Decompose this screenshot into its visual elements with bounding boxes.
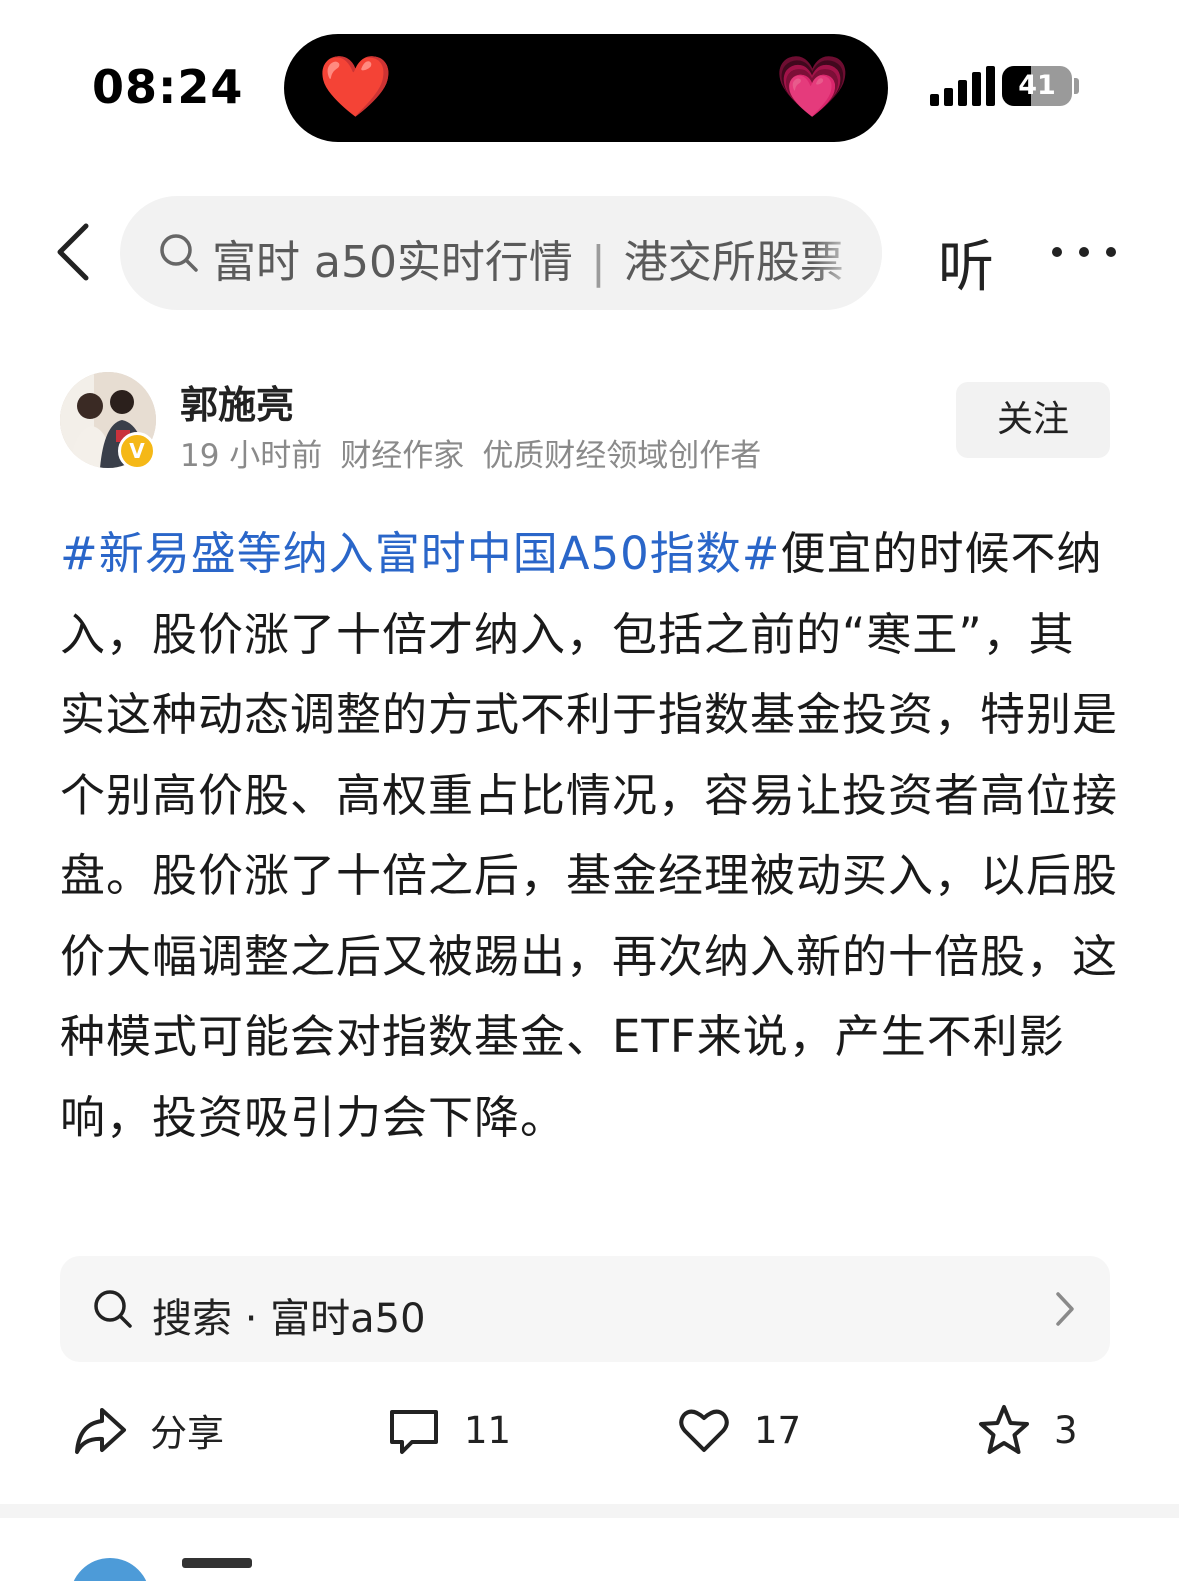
more-options-icon[interactable] <box>1052 232 1118 272</box>
back-arrow-icon[interactable] <box>50 222 110 282</box>
battery-level: 41 <box>1018 70 1056 101</box>
next-post-avatar[interactable] <box>70 1558 150 1581</box>
favorite-button[interactable]: 3 <box>976 1398 1078 1462</box>
share-icon <box>75 1408 126 1454</box>
signal-icon <box>930 66 995 106</box>
listen-button[interactable]: 听 <box>938 222 994 303</box>
comment-icon <box>390 1410 438 1454</box>
favorite-count: 3 <box>1054 1408 1078 1452</box>
search-bar[interactable]: 富时 a50实时行情 | 港交所股票 <box>120 196 882 310</box>
status-time: 08:24 <box>92 60 244 114</box>
share-button[interactable]: 分享 <box>72 1398 224 1462</box>
search-query: 富时 a50实时行情 | 港交所股票 <box>212 226 844 290</box>
post-time: 19 小时前 <box>180 438 323 474</box>
author-title: 财经作家 <box>340 438 465 474</box>
next-post-author <box>182 1558 252 1568</box>
share-label: 分享 <box>150 1412 224 1455</box>
author-name[interactable]: 郭施亮 <box>180 374 294 429</box>
author-certification: 优质财经领域创作者 <box>482 438 762 474</box>
follow-button[interactable]: 关注 <box>956 382 1110 458</box>
post-hashtag[interactable]: #新易盛等纳入富时中国A50指数# <box>60 527 780 580</box>
search-query-1: 富时 a50实时行情 <box>212 237 573 288</box>
search-query-2: 港交所股票 <box>623 237 844 288</box>
battery-tip <box>1074 78 1079 94</box>
like-button[interactable]: 17 <box>676 1398 801 1462</box>
dynamic-island: ❤️ 💗 <box>284 34 888 142</box>
comment-count: 11 <box>464 1408 512 1452</box>
heart-icon <box>679 1409 729 1452</box>
pink-heart-emoji: 💗 <box>775 52 850 122</box>
star-icon <box>979 1405 1029 1454</box>
related-search-label: 搜索 · 富时a50 <box>152 1296 426 1342</box>
red-heart-emoji: ❤️ <box>318 52 393 122</box>
related-search-card[interactable]: 搜索 · 富时a50 <box>60 1256 1110 1362</box>
post-body: #新易盛等纳入富时中国A50指数#便宜的时候不纳入，股价涨了十倍才纳入，包括之前… <box>60 514 1120 1158</box>
chevron-right-icon <box>1056 1292 1074 1326</box>
section-divider <box>0 1504 1179 1518</box>
verified-badge: V <box>118 432 156 470</box>
battery-icon: 41 <box>1002 66 1072 106</box>
search-separator: | <box>590 237 606 288</box>
like-count: 17 <box>754 1408 802 1452</box>
comment-button[interactable]: 11 <box>386 1398 511 1462</box>
search-icon <box>160 234 198 272</box>
search-icon <box>94 1290 132 1328</box>
search-fade <box>812 196 882 310</box>
post-text: 便宜的时候不纳入，股价涨了十倍才纳入，包括之前的“寒王”，其实这种动态调整的方式… <box>60 527 1119 1144</box>
author-meta: 19 小时前 财经作家 优质财经领域创作者 <box>180 430 779 475</box>
